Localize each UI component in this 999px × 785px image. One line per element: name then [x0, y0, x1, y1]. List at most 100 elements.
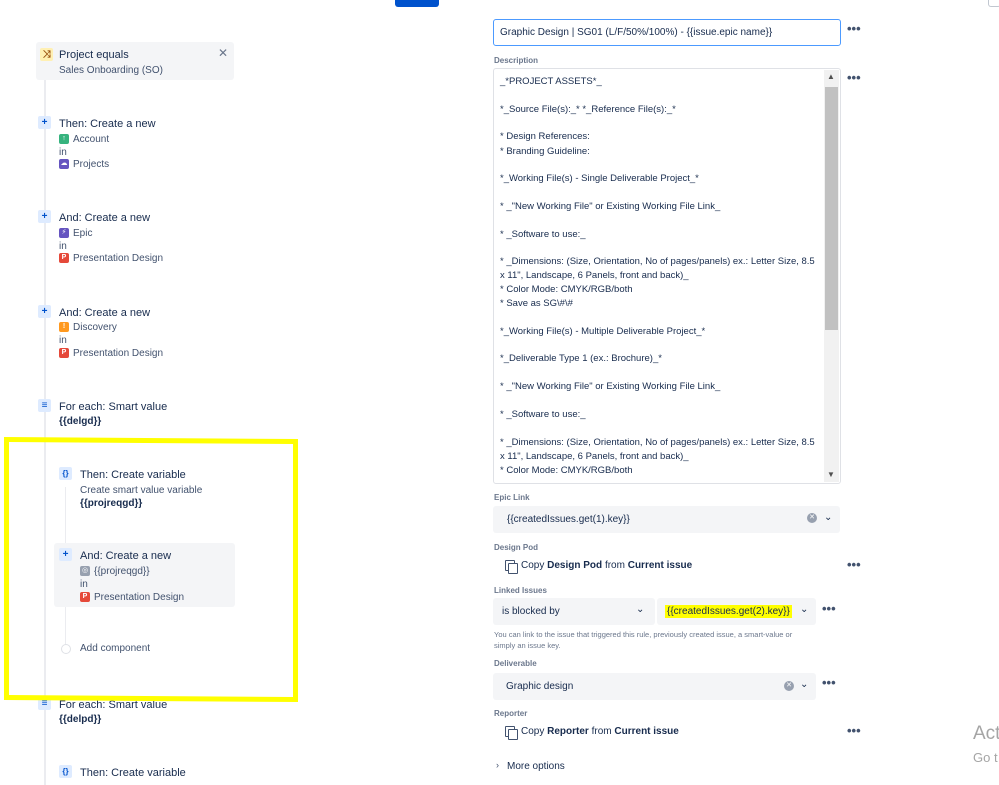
- powerpoint-icon: P: [59, 348, 69, 358]
- action-create-discovery[interactable]: + And: Create a new ! Discovery in P Pre…: [36, 303, 234, 363]
- action-create-variable[interactable]: {} Then: Create variable: [57, 764, 235, 785]
- activation-watermark-sub: Go t: [973, 750, 998, 765]
- description-line: * _Software to use:_: [500, 409, 586, 420]
- condition-title: Project equals: [59, 49, 129, 61]
- action-subtitle: Create smart value variable: [80, 485, 203, 496]
- account-type-icon: ↑: [59, 134, 69, 144]
- action-create-account[interactable]: + Then: Create a new ↑ Account in ☁ Proj…: [36, 114, 234, 174]
- deliverable-select[interactable]: Graphic design ✕ ⌄: [493, 673, 816, 700]
- project-name: Presentation Design: [73, 348, 164, 359]
- summary-input[interactable]: Graphic Design | SG01 (L/F/50%/100%) - {…: [493, 19, 841, 46]
- plus-icon: +: [38, 305, 51, 318]
- discovery-type-icon: !: [59, 322, 69, 332]
- copy-icon-front: [508, 729, 518, 740]
- linked-issue-select[interactable]: {{createdIssues.get(2).key}} ⌄: [657, 598, 816, 625]
- action-title: Then: Create a new: [59, 118, 156, 130]
- description-label: Description: [494, 56, 539, 65]
- description-line: *_Deliverable Type 1 (ex.: Brochure)_*: [500, 353, 662, 364]
- clear-icon[interactable]: ✕: [807, 513, 817, 523]
- action-create-epic[interactable]: + And: Create a new ⚡ Epic in P Presenta…: [36, 208, 234, 268]
- in-label: in: [59, 335, 67, 346]
- description-line: * Branding Guideline:: [500, 146, 590, 157]
- issue-type: {{projreqgd}}: [94, 566, 150, 577]
- description-textarea[interactable]: _*PROJECT ASSETS*_ *_Source File(s):_* *_…: [493, 68, 841, 484]
- linked-issues-more-icon[interactable]: •••: [822, 601, 836, 616]
- project-name: Presentation Design: [73, 253, 164, 264]
- variable-name: {{projreqgd}}: [80, 498, 143, 509]
- design-pod-more-icon[interactable]: •••: [847, 557, 861, 572]
- list-icon: ≡: [38, 697, 51, 710]
- description-line: * Design References:: [500, 131, 590, 142]
- description-line: *_Working File(s) - Multiple Deliverable…: [500, 326, 706, 337]
- clear-icon[interactable]: ✕: [784, 681, 794, 691]
- description-line: * Color Mode: CMYK/RGB/both: [500, 465, 633, 476]
- epic-link-select[interactable]: {{createdIssues.get(1).key}} ✕ ⌄: [493, 506, 840, 533]
- branch-for-each-delgd[interactable]: ≡ For each: Smart value {{delgd}}: [36, 398, 234, 430]
- reporter-copy-text[interactable]: Copy Reporter from Current issue: [521, 726, 679, 737]
- project-icon: ☁: [59, 159, 69, 169]
- condition-subtitle: Sales Onboarding (SO): [59, 65, 163, 76]
- add-component-dot-icon: [61, 644, 71, 654]
- link-type-select[interactable]: is blocked by ⌄: [493, 598, 655, 625]
- branch-value: {{delgd}}: [59, 416, 102, 427]
- design-pod-label: Design Pod: [494, 543, 539, 552]
- close-icon[interactable]: ✕: [218, 46, 228, 60]
- add-component-link[interactable]: Add component: [80, 643, 150, 654]
- project-name: Projects: [73, 159, 110, 170]
- top-primary-button[interactable]: [395, 0, 439, 7]
- reporter-more-icon[interactable]: •••: [847, 723, 861, 738]
- description-line: * _Software to use:_: [500, 229, 586, 240]
- action-title: And: Create a new: [59, 307, 151, 319]
- chevron-down-icon[interactable]: ⌄: [800, 604, 808, 615]
- deliverable-more-icon[interactable]: •••: [822, 675, 836, 690]
- more-options-link[interactable]: More options: [507, 761, 565, 772]
- plus-icon: +: [59, 548, 72, 561]
- epic-link-value: {{createdIssues.get(1).key}}: [507, 514, 630, 525]
- rule-timeline: [44, 80, 46, 785]
- description-more-icon[interactable]: •••: [847, 70, 861, 85]
- braces-icon: {}: [59, 467, 72, 480]
- top-checkbox[interactable]: [988, 0, 999, 7]
- chevron-right-icon: ›: [496, 760, 499, 770]
- project-name: Presentation Design: [94, 592, 185, 603]
- dynamic-type-icon: ◎: [80, 566, 90, 576]
- in-label: in: [59, 241, 67, 252]
- description-line: *_Working File(s) - Single Deliverable P…: [500, 173, 699, 184]
- copy-icon-front: [508, 563, 518, 574]
- branch-for-each-delpd[interactable]: ≡ For each: Smart value {{delpd}}: [36, 696, 234, 728]
- action-create-variable[interactable]: {} Then: Create variable Create smart va…: [57, 466, 235, 512]
- action-title: Then: Create variable: [80, 469, 186, 481]
- design-pod-copy-text[interactable]: Copy Design Pod from Current issue: [521, 560, 692, 571]
- branch-title: For each: Smart value: [59, 699, 168, 711]
- deliverable-label: Deliverable: [494, 659, 537, 668]
- description-line: _*PROJECT ASSETS*_: [500, 76, 602, 87]
- scroll-up-icon[interactable]: ▲: [827, 72, 835, 81]
- action-title: Then: Create variable: [80, 767, 186, 779]
- condition-card[interactable]: ⤨ Project equals Sales Onboarding (SO) ✕: [36, 42, 234, 80]
- in-label: in: [59, 147, 67, 158]
- epic-link-label: Epic Link: [494, 493, 530, 502]
- chevron-down-icon[interactable]: ⌄: [636, 604, 644, 615]
- shuffle-icon: ⤨: [40, 48, 53, 61]
- scroll-thumb[interactable]: [825, 87, 838, 330]
- scroll-down-icon[interactable]: ▼: [827, 470, 835, 479]
- branch-title: For each: Smart value: [59, 401, 168, 413]
- summary-more-icon[interactable]: •••: [847, 21, 861, 36]
- chevron-down-icon[interactable]: ⌄: [824, 512, 832, 523]
- description-scrollbar[interactable]: ▲ ▼: [824, 70, 839, 482]
- description-line: * _"New Working File" or Existing Workin…: [500, 201, 721, 212]
- description-line: * _Dimensions: (Size, Orientation, No of…: [500, 256, 815, 267]
- activation-watermark: Act: [973, 723, 999, 744]
- in-label: in: [80, 579, 88, 590]
- description-line: * _Dimensions: (Size, Orientation, No of…: [500, 437, 815, 448]
- issue-type: Discovery: [73, 322, 117, 333]
- epic-type-icon: ⚡: [59, 228, 69, 238]
- link-type-value: is blocked by: [502, 606, 560, 617]
- action-create-projreqgd[interactable]: + And: Create a new ◎ {{projreqgd}} in P…: [54, 543, 235, 607]
- issue-type: Epic: [73, 228, 93, 239]
- deliverable-value: Graphic design: [506, 681, 574, 692]
- description-line: x 11", Landscape, 6 Panels, front and ba…: [500, 270, 689, 281]
- action-title: And: Create a new: [80, 550, 172, 562]
- chevron-down-icon[interactable]: ⌄: [800, 679, 808, 690]
- powerpoint-icon: P: [80, 592, 90, 602]
